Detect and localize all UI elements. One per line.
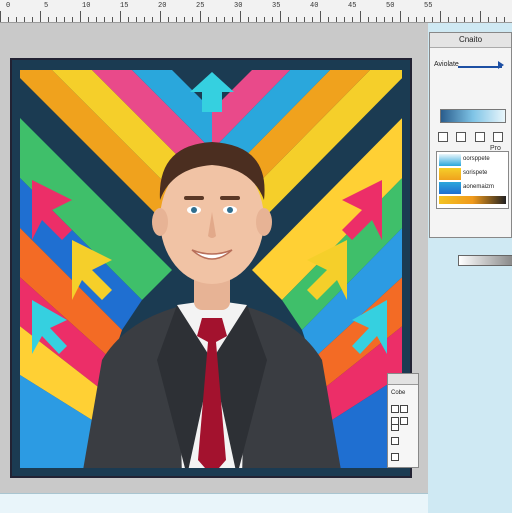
ruler-label: 55: [424, 2, 433, 10]
tool-palette[interactable]: Cobe: [387, 373, 419, 468]
palette-row: [391, 448, 417, 461]
layer-item[interactable]: aonemaizm: [439, 182, 506, 195]
field-slider[interactable]: [458, 66, 502, 68]
fill-icon[interactable]: [474, 132, 485, 142]
top-ruler[interactable]: 0 5 10 15 20 25 30 35 40 45 50 55: [0, 0, 512, 23]
layer-thumbnail: [439, 154, 461, 166]
shape-tool-icon[interactable]: [400, 417, 408, 425]
panel-title[interactable]: Cnaito: [430, 33, 511, 48]
ruler-label: 0: [6, 2, 11, 10]
field-label: Aviolate: [434, 61, 459, 68]
ruler-ticks: [0, 0, 512, 22]
opacity-slider[interactable]: [458, 255, 512, 266]
ruler-label: 25: [196, 2, 205, 10]
layer-name: aonemaizm: [463, 184, 495, 190]
palette-title: Cobe: [391, 390, 406, 396]
layer-list[interactable]: oorsppete sorispete aonemaizm: [436, 151, 509, 209]
arrow-right-icon[interactable]: [498, 61, 504, 69]
ruler-label: 20: [158, 2, 167, 10]
panel-icon-row: [438, 129, 508, 142]
layer-name: sorispete: [463, 170, 488, 176]
palette-row: [391, 400, 417, 431]
eraser-icon[interactable]: [493, 132, 504, 142]
layer-name: oorsppete: [463, 156, 490, 162]
pointer-tool-icon[interactable]: [391, 437, 399, 445]
layer-icon[interactable]: [456, 132, 467, 142]
layer-color-strip: [439, 196, 506, 204]
layer-thumbnail: [439, 168, 461, 180]
properties-panel[interactable]: Cnaito Aviolate Pro oorsppete sorispete …: [429, 32, 512, 266]
workspace[interactable]: [0, 23, 428, 493]
palette-row: [391, 432, 417, 445]
ruler-label: 45: [348, 2, 357, 10]
field-row[interactable]: Aviolate: [434, 61, 508, 71]
ruler-label: 50: [386, 2, 395, 10]
layer-item[interactable]: oorsppete: [439, 154, 506, 167]
palette-row: [391, 412, 417, 425]
tie-knot: [197, 318, 227, 342]
layer-item[interactable]: sorispete: [439, 168, 506, 181]
layer-thumbnail: [439, 182, 461, 194]
image-canvas[interactable]: [10, 58, 412, 478]
ruler-label: 35: [272, 2, 281, 10]
brush-icon[interactable]: [438, 132, 448, 142]
ruler-label: 30: [234, 2, 243, 10]
trash-icon[interactable]: [391, 453, 399, 461]
status-bar: [0, 493, 428, 513]
portrait-artwork: [12, 60, 410, 476]
ruler-label: 40: [310, 2, 319, 10]
gradient-swatch[interactable]: [440, 109, 506, 123]
text-tool-icon[interactable]: [391, 417, 399, 425]
ruler-label: 5: [44, 2, 49, 10]
palette-header[interactable]: [388, 374, 418, 385]
ruler-label: 10: [82, 2, 91, 10]
ruler-label: 15: [120, 2, 129, 10]
